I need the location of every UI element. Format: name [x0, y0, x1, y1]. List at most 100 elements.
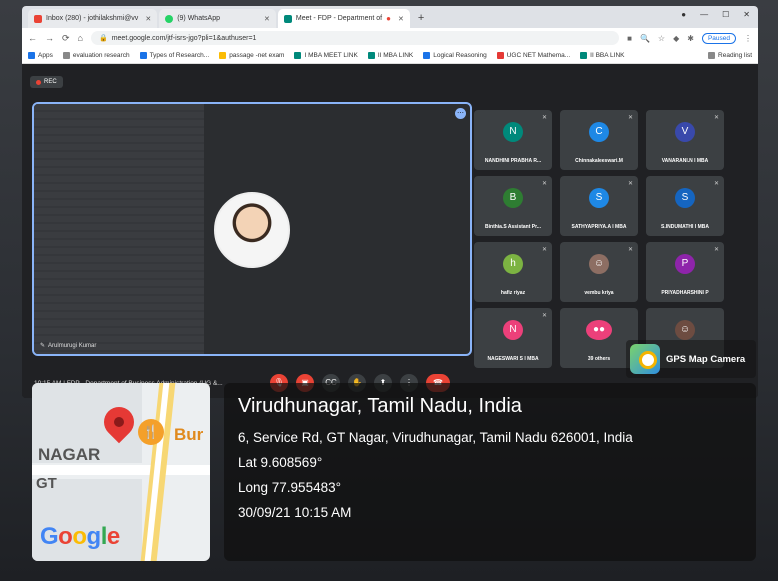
- extension-icon[interactable]: ◆: [673, 34, 679, 43]
- bookmark-item[interactable]: Types of Research...: [139, 52, 209, 59]
- avatar: S: [675, 188, 695, 208]
- mic-off-icon: ✕: [713, 115, 719, 121]
- reading-list-button[interactable]: Reading list: [708, 52, 752, 59]
- window-controls: ● — ☐ ✕: [681, 10, 750, 19]
- participant-tile[interactable]: ✕ P PRIYADHARSHINI P: [646, 242, 724, 302]
- bookmark-item[interactable]: evaluation research: [62, 52, 130, 59]
- bookmarks-bar: Apps evaluation research Types of Resear…: [22, 48, 758, 64]
- profile-dot-icon[interactable]: ●: [681, 10, 686, 19]
- mic-off-icon: ✕: [627, 115, 633, 121]
- presenter-name-tag: ✎ Arulmurugi Kumar: [40, 342, 97, 350]
- menu-icon[interactable]: ⋮: [744, 34, 752, 43]
- location-title: Virudhunagar, Tamil Nadu, India: [238, 395, 522, 417]
- new-tab-button[interactable]: +: [412, 9, 430, 28]
- location-info-panel: Virudhunagar, Tamil Nadu, India 6, Servi…: [224, 383, 756, 561]
- profile-paused-button[interactable]: Paused: [701, 32, 736, 44]
- avatar: N: [503, 320, 523, 340]
- map-road: [32, 465, 210, 475]
- recording-label: REC: [44, 79, 57, 85]
- gps-brand-name: GPS Map Camera: [666, 353, 746, 365]
- bookmark-item[interactable]: Logical Reasoning: [423, 52, 487, 59]
- close-icon[interactable]: ✕: [145, 15, 151, 23]
- location-map-thumbnail: NAGAR GT Bur 🍴 Google: [32, 383, 210, 561]
- participant-name: vembu kriya: [584, 290, 614, 296]
- lock-icon: 🔒: [98, 35, 108, 42]
- longitude: Long 77.955483°: [238, 480, 341, 495]
- star-icon[interactable]: ☆: [658, 34, 665, 43]
- gps-camera-logo-icon: [630, 344, 660, 374]
- zoom-icon[interactable]: 🔍: [640, 34, 650, 43]
- mic-off-icon: ✕: [627, 181, 633, 187]
- participant-tile[interactable]: ✕ ☺ vembu kriya: [560, 242, 638, 302]
- map-label-nagar: NAGAR: [38, 445, 101, 464]
- puzzle-icon[interactable]: ✱: [687, 34, 694, 43]
- participant-tile[interactable]: ✕ B Binthia.S Assistant Pr...: [474, 176, 552, 236]
- close-window-icon[interactable]: ✕: [743, 10, 750, 19]
- mic-off-icon: ✕: [541, 115, 547, 121]
- more-options-icon[interactable]: ⋯: [455, 108, 466, 119]
- participant-tile[interactable]: ✕ N NANDHINI PRABHA R...: [474, 110, 552, 170]
- apps-icon: [28, 52, 35, 59]
- tab-label: Inbox (280) - jothilakshmi@vv: [46, 15, 139, 22]
- others-count: 39 others: [587, 356, 611, 362]
- back-icon[interactable]: ←: [28, 33, 37, 43]
- tab-inbox[interactable]: Inbox (280) - jothilakshmi@vv ✕: [28, 9, 158, 28]
- bookmark-item[interactable]: II MBA LINK: [367, 52, 413, 59]
- avatar: B: [503, 188, 523, 208]
- globe-icon: [62, 52, 70, 59]
- drive-icon: [219, 52, 227, 59]
- gmail-icon: [34, 14, 42, 23]
- address-bar: ← → ⟳ ⌂ 🔒 meet.google.com/jtf-isrs-jgo?p…: [22, 28, 758, 48]
- participant-name: VANARANI.N I MBA: [661, 158, 709, 164]
- close-icon[interactable]: ✕: [398, 15, 404, 23]
- avatar: S: [589, 188, 609, 208]
- maximize-icon[interactable]: ☐: [722, 10, 729, 19]
- forward-icon[interactable]: →: [45, 33, 54, 43]
- recording-badge: REC: [30, 76, 63, 88]
- participant-tile[interactable]: ✕ C Chinnakaleeswari.M: [560, 110, 638, 170]
- participant-tile[interactable]: ✕ V VANARANI.N I MBA: [646, 110, 724, 170]
- participant-tile[interactable]: ✕ S S.INDUMATHI I MBA: [646, 176, 724, 236]
- mic-off-icon: ✕: [627, 247, 633, 253]
- home-icon[interactable]: ⌂: [78, 33, 83, 43]
- avatar-photo: ☺: [675, 320, 695, 340]
- participant-name: Binthia.S Assistant Pr...: [485, 224, 541, 230]
- bookmark-item[interactable]: II BBA LINK: [580, 52, 625, 59]
- latitude: Lat 9.608569°: [238, 455, 323, 470]
- presenter-avatar: [214, 192, 290, 268]
- mic-off-icon: ✕: [541, 247, 547, 253]
- recording-dot-icon: ●: [386, 14, 391, 23]
- tab-label: Meet - FDP - Department of: [295, 15, 383, 22]
- map-label-gt: GT: [36, 475, 57, 492]
- participant-tile[interactable]: ✕ S SATHYAPRIYA.A I MBA: [560, 176, 638, 236]
- participant-name: NANDHINI PRABHA R...: [484, 158, 542, 164]
- participant-tile[interactable]: ✕ N NAGESWARI S I MBA: [474, 308, 552, 368]
- close-icon[interactable]: ✕: [264, 15, 270, 23]
- google-logo: Google: [40, 523, 120, 550]
- avatar: P: [675, 254, 695, 274]
- shared-screen-panel: [34, 104, 204, 354]
- bookmark-item[interactable]: Apps: [28, 52, 53, 59]
- browser-tab-strip: Inbox (280) - jothilakshmi@vv ✕ (9) What…: [22, 6, 758, 28]
- presenter-tile[interactable]: ⋯ ✎ Arulmurugi Kumar: [32, 102, 472, 356]
- avatar-photo: ☺: [589, 254, 609, 274]
- reading-list-icon: [708, 52, 716, 59]
- url-text: meet.google.com/jtf-isrs-jgo?pli=1&authu…: [111, 34, 257, 42]
- participant-name: S.INDUMATHI I MBA: [661, 224, 709, 230]
- tab-meet[interactable]: Meet - FDP - Department of ● ✕: [277, 9, 410, 28]
- url-field[interactable]: 🔒 meet.google.com/jtf-isrs-jgo?pli=1&aut…: [90, 31, 620, 45]
- mic-off-icon: ✕: [541, 313, 547, 319]
- meet-icon: [580, 52, 588, 59]
- bookmark-item[interactable]: passage -net exam: [219, 52, 284, 59]
- tab-whatsapp[interactable]: (9) WhatsApp ✕: [159, 9, 276, 28]
- reload-icon[interactable]: ⟳: [62, 33, 70, 44]
- restaurant-icon: 🍴: [138, 419, 164, 445]
- bookmark-item[interactable]: UGC NET Mathema...: [496, 52, 570, 59]
- participant-tile[interactable]: ✕ h hafiz riyaz: [474, 242, 552, 302]
- avatar: V: [675, 122, 695, 142]
- minimize-icon[interactable]: —: [700, 10, 708, 19]
- mic-off-icon: ✕: [713, 181, 719, 187]
- map-label-poi: Bur: [174, 425, 204, 444]
- bookmark-item[interactable]: I MBA MEET LINK: [294, 52, 358, 59]
- camera-icon[interactable]: ■: [627, 34, 632, 43]
